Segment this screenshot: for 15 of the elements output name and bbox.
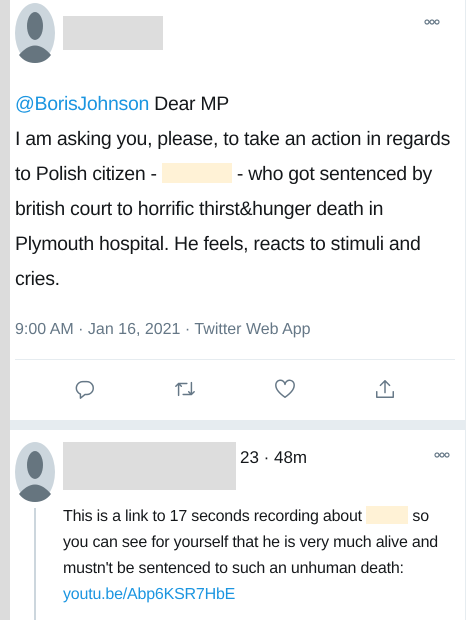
video-link[interactable]: youtu.be/Abp6KSR7HbE (63, 586, 236, 603)
tweet-meta: 23 · 48m (240, 448, 308, 468)
tweet-text: @BorisJohnson Dear MP I am asking you, please, to take an action in regards to Polish citizen - - who got sentenced by british court to horrific thirst&hunger death in Plymouth hospital. He feels, reacts to stimuli and cries. (15, 92, 452, 292)
more-icon[interactable] (424, 19, 440, 25)
reply-text: This is a link to 17 seconds recording about so you can see for yourself that he is very much alive and mustn't be sentenced to such an unhuman death: youtu.be/Abp6KSR7HbE (63, 505, 439, 605)
reply-icon[interactable] (74, 378, 96, 400)
redaction-block (162, 163, 232, 183)
heart-icon[interactable] (274, 378, 296, 400)
tweet-timestamp: 9:00 AM · Jan 16, 2021 · Twitter Web App (15, 321, 455, 360)
redaction-block (366, 506, 408, 524)
avatar[interactable] (15, 3, 55, 63)
avatar[interactable] (15, 442, 55, 502)
mention-link[interactable]: @BorisJohnson (15, 93, 150, 115)
share-icon[interactable] (374, 378, 396, 400)
more-icon[interactable] (434, 452, 450, 458)
